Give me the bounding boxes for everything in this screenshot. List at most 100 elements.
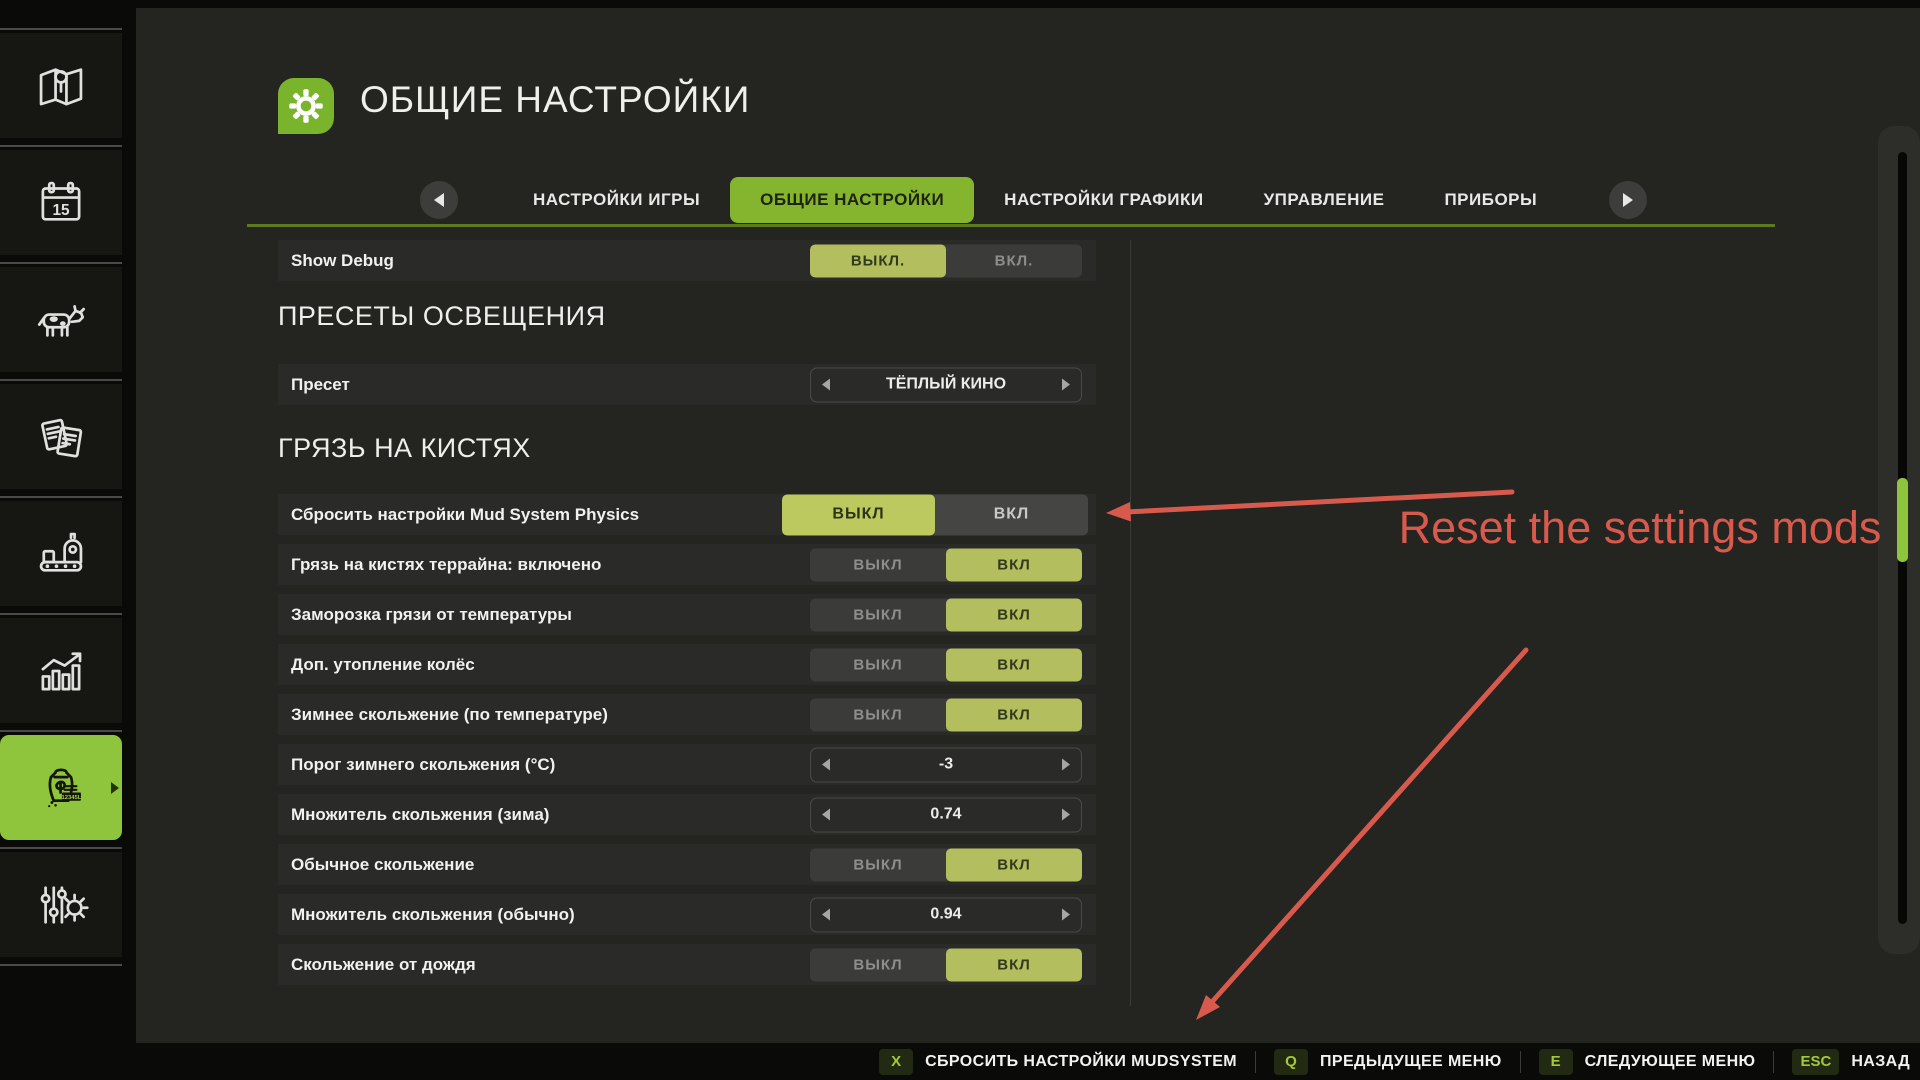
toggle-off-button[interactable]: ВЫКЛ. [810,244,946,277]
keybind-back[interactable]: ESC НАЗАД [1792,1049,1910,1075]
stepper-next-button[interactable] [1062,909,1070,921]
stepper-prev-button[interactable] [822,809,830,821]
top-frame [0,0,1920,8]
toggle: ВЫКЛ ВКЛ [810,548,1082,581]
production-icon [32,525,90,583]
toggle-off-button[interactable]: ВЫКЛ [810,648,946,681]
mud-prices-icon: 12345L [32,759,90,817]
toggle-off-button[interactable]: ВЫКЛ [810,848,946,881]
setting-row-winter-slip-threshold: Порог зимнего скольжения (°C) -3 [278,744,1096,785]
toggle-on-button[interactable]: ВКЛ [946,598,1082,631]
stepper: 0.94 [810,897,1082,932]
tab-underline [247,224,1775,227]
stepper-value: 0.74 [830,806,1062,824]
setting-label: Порог зимнего скольжения (°C) [291,755,555,775]
show-debug-toggle: ВЫКЛ. ВКЛ. [810,244,1082,277]
sidebar-divider [0,730,122,732]
settings-page-icon [278,78,334,134]
keybind-separator [1255,1051,1256,1073]
toggle-off-button[interactable]: ВЫКЛ [810,698,946,731]
annotation-text: Reset the settings mods [1390,502,1890,554]
setting-label: Зимнее скольжение (по температуре) [291,705,608,725]
setting-label: Обычное скольжение [291,855,474,875]
sidebar-item-mud-prices[interactable]: 12345L [0,735,122,840]
setting-label: Show Debug [291,251,394,271]
stepper-prev-button[interactable] [822,759,830,771]
toggle-off-button[interactable]: ВЫКЛ [810,598,946,631]
sidebar-item-statistics[interactable] [0,618,122,723]
tab-devices[interactable]: ПРИБОРЫ [1414,177,1567,223]
sidebar-divider [0,145,122,147]
keybind-separator [1773,1051,1774,1073]
key-e-badge: E [1539,1049,1573,1075]
sidebar-divider [0,262,122,264]
tab-controls[interactable]: УПРАВЛЕНИЕ [1234,177,1415,223]
setting-row-slip-mult-winter: Множитель скольжения (зима) 0.74 [278,794,1096,835]
setting-label: Грязь на кистях террайна: включено [291,555,601,575]
toggle-off-button[interactable]: ВЫКЛ [810,548,946,581]
stepper-next-button[interactable] [1062,379,1070,391]
sidebar-divider [0,28,122,30]
sidebar-item-animals[interactable] [0,267,122,372]
sidebar-item-calendar[interactable]: 15 [0,150,122,255]
toggle: ВЫКЛ ВКЛ [810,698,1082,731]
setting-row-reset-mudsystem: Сбросить настройки Mud System Physics ВЫ… [278,494,1096,535]
toggle-off-button[interactable]: ВЫКЛ [810,948,946,981]
sidebar-divider [0,964,122,966]
key-esc-badge: ESC [1792,1049,1839,1075]
setting-row-slip-mult-normal: Множитель скольжения (обычно) 0.94 [278,894,1096,935]
animals-icon [32,291,90,349]
stepper-next-button[interactable] [1062,809,1070,821]
keybind-label: НАЗАД [1851,1053,1910,1071]
setting-row-mud-freeze: Заморозка грязи от температуры ВЫКЛ ВКЛ [278,594,1096,635]
setting-label: Скольжение от дождя [291,955,476,975]
column-divider [1130,240,1131,1006]
stepper: -3 [810,747,1082,782]
sidebar-item-map[interactable] [0,33,122,138]
keybind-next-menu[interactable]: E СЛЕДУЮЩЕЕ МЕНЮ [1539,1049,1756,1075]
key-q-badge: Q [1274,1049,1308,1075]
toggle: ВЫКЛ ВКЛ [810,948,1082,981]
sidebar-item-mod-settings[interactable] [0,852,122,957]
setting-label: Доп. утопление колёс [291,655,475,675]
toggle-on-button[interactable]: ВКЛ [935,494,1088,535]
keybind-bar: X СБРОСИТЬ НАСТРОЙКИ MUDSYSTEM Q ПРЕДЫДУ… [0,1043,1920,1080]
toggle-on-button[interactable]: ВКЛ [946,948,1082,981]
stepper-value: -3 [830,756,1062,774]
toggle-on-button[interactable]: ВКЛ [946,848,1082,881]
stepper-prev-button[interactable] [822,379,830,391]
toggle: ВЫКЛ ВКЛ [782,494,1088,535]
toggle-on-button[interactable]: ВКЛ. [946,244,1082,277]
annotation-arrowhead-icon [1106,502,1131,522]
setting-label: Множитель скольжения (обычно) [291,905,575,925]
tab-graphics-settings[interactable]: НАСТРОЙКИ ГРАФИКИ [974,177,1233,223]
stepper-next-button[interactable] [1062,759,1070,771]
toggle-off-button[interactable]: ВЫКЛ [782,494,935,535]
setting-label: Множитель скольжения (зима) [291,805,549,825]
toggle-on-button[interactable]: ВКЛ [946,648,1082,681]
preset-stepper: ТЁПЛЫЙ КИНО [810,367,1082,402]
sidebar-item-contracts[interactable] [0,384,122,489]
tabs-next-button[interactable] [1609,181,1647,219]
setting-label: Заморозка грязи от температуры [291,605,572,625]
setting-row-normal-slip: Обычное скольжение ВЫКЛ ВКЛ [278,844,1096,885]
keybind-reset-mudsystem[interactable]: X СБРОСИТЬ НАСТРОЙКИ MUDSYSTEM [879,1049,1237,1075]
sidebar-item-production[interactable] [0,501,122,606]
keybind-previous-menu[interactable]: Q ПРЕДЫДУЩЕЕ МЕНЮ [1274,1049,1502,1075]
tab-general-settings[interactable]: ОБЩИЕ НАСТРОЙКИ [730,177,974,223]
tabs-prev-button[interactable] [420,181,458,219]
setting-label: Сбросить настройки Mud System Physics [291,505,639,525]
tab-game-settings[interactable]: НАСТРОЙКИ ИГРЫ [503,177,730,223]
toggle-on-button[interactable]: ВКЛ [946,698,1082,731]
setting-row-wheel-sink: Доп. утопление колёс ВЫКЛ ВКЛ [278,644,1096,685]
stepper-value: 0.94 [830,906,1062,924]
keybind-label: ПРЕДЫДУЩЕЕ МЕНЮ [1320,1053,1502,1071]
section-title-lighting-presets: ПРЕСЕТЫ ОСВЕЩЕНИЯ [278,301,606,332]
toggle-on-button[interactable]: ВКЛ [946,548,1082,581]
sidebar-divider [0,379,122,381]
scrollbar-thumb[interactable] [1897,478,1908,562]
stepper: 0.74 [810,797,1082,832]
sidebar: 15 [0,8,136,1080]
calendar-day-label: 15 [52,201,70,218]
stepper-prev-button[interactable] [822,909,830,921]
